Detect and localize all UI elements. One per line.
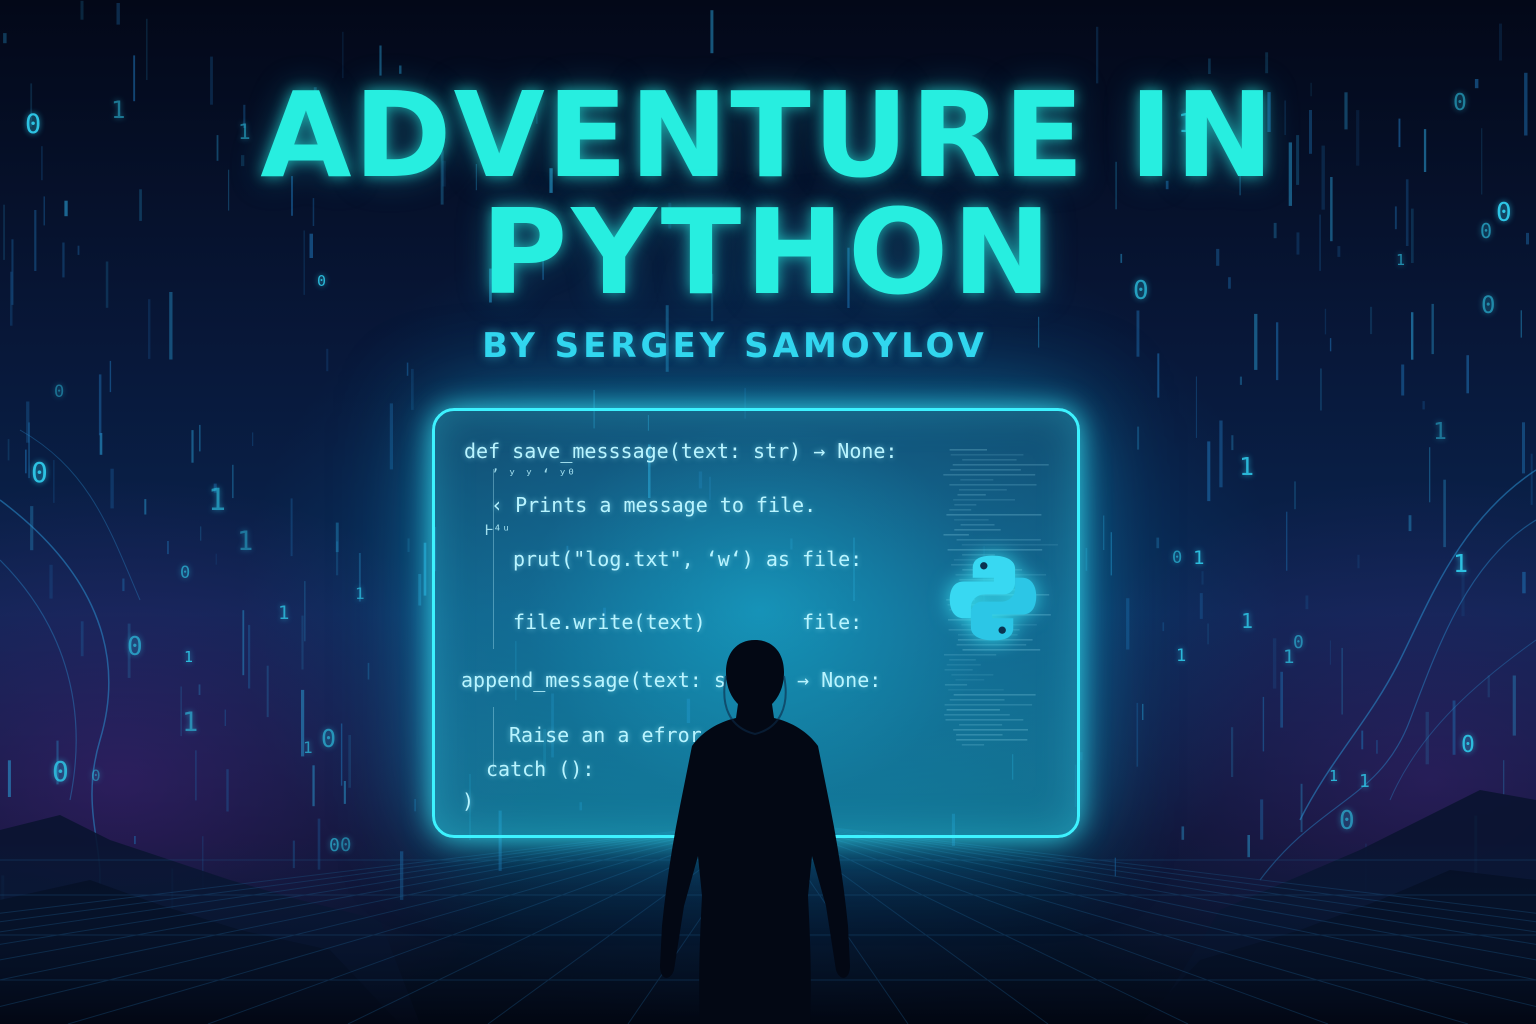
minimap-line bbox=[956, 539, 1041, 541]
minimap-line bbox=[956, 734, 1003, 736]
minimap-line bbox=[962, 649, 1041, 651]
code-line-3: ‹ Prints a message to file. bbox=[491, 493, 817, 517]
person-silhouette bbox=[660, 640, 850, 1024]
minimap-line bbox=[944, 684, 968, 686]
code-line-10: catch (): bbox=[486, 757, 595, 781]
minimap-line bbox=[957, 494, 986, 496]
title-line-2: PYTHON bbox=[480, 183, 1056, 321]
minimap-line bbox=[949, 699, 1005, 701]
minimap-line bbox=[949, 509, 972, 511]
minimap-line bbox=[951, 674, 994, 676]
minimap-line bbox=[956, 739, 1028, 741]
minimap-line bbox=[961, 544, 1058, 546]
minimap-line bbox=[944, 669, 973, 671]
minimap-line bbox=[961, 744, 985, 746]
minimap-line bbox=[946, 514, 1042, 516]
minimap-line bbox=[953, 729, 1028, 731]
minimap-line bbox=[949, 449, 987, 451]
python-logo-icon bbox=[949, 555, 1037, 641]
title-line-1: ADVENTURE IN bbox=[260, 66, 1276, 204]
minimap-line bbox=[955, 679, 985, 681]
minimap-line bbox=[943, 474, 1036, 476]
minimap-line bbox=[954, 519, 989, 521]
code-line-11: ) bbox=[462, 789, 475, 813]
minimap-line bbox=[954, 529, 1001, 531]
minimap-line bbox=[952, 464, 1049, 466]
minimap-line bbox=[944, 704, 1033, 706]
code-line-5: prut("log.txt", ‘w‘) as file: bbox=[513, 547, 863, 571]
minimap-line bbox=[945, 719, 1024, 721]
minimap-line bbox=[953, 499, 1015, 501]
minimap-line bbox=[949, 659, 976, 661]
code-line-2: ʼ ʸ ʸ ʻ ʸ⁰ bbox=[491, 467, 576, 483]
minimap-line bbox=[944, 654, 997, 656]
minimap-line bbox=[950, 469, 1021, 471]
minimap-line bbox=[944, 714, 1010, 716]
minimap-line bbox=[953, 694, 1036, 696]
code-line-4: Ⱶ⁴ᵘ bbox=[485, 523, 511, 539]
author-byline: BY SERGEY SAMOYLOV bbox=[482, 326, 988, 366]
minimap-line bbox=[954, 504, 977, 506]
code-line-1: def save_messsage(text: str) → None: bbox=[464, 439, 898, 463]
minimap-line bbox=[962, 459, 1017, 461]
minimap-line bbox=[946, 664, 981, 666]
code-line-6: file.write(text) file: bbox=[513, 610, 863, 634]
minimap-line bbox=[960, 479, 994, 481]
minimap-line bbox=[959, 724, 1003, 726]
cover-scene: 0101010110010101010101101010011010101010… bbox=[0, 0, 1536, 1024]
minimap-line bbox=[950, 454, 1024, 456]
minimap-line bbox=[943, 534, 969, 536]
minimap-line bbox=[960, 524, 995, 526]
minimap-line bbox=[948, 689, 1004, 691]
minimap-line bbox=[959, 489, 1007, 491]
minimap-line bbox=[946, 709, 1000, 711]
minimap-line bbox=[949, 484, 1037, 486]
